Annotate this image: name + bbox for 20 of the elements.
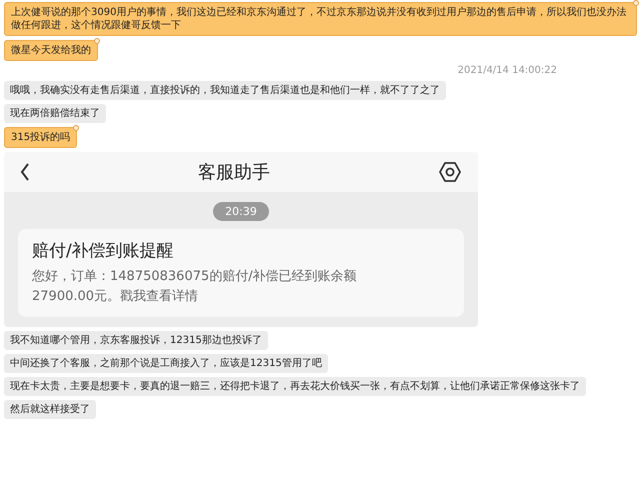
received-message: 我不知道哪个管用，京东客服投诉，12315那边也投诉了 bbox=[4, 331, 268, 350]
corner-dot-icon bbox=[94, 38, 100, 44]
app-title: 客服助手 bbox=[198, 161, 270, 184]
settings-icon bbox=[438, 161, 462, 183]
received-message: 现在两倍赔偿结束了 bbox=[4, 104, 106, 123]
corner-dot-icon bbox=[73, 125, 80, 131]
received-message: 哦哦，我确实没有走售后渠道，直接投诉的，我知道走了售后渠道也是和他们一样，就不了了之了 bbox=[4, 81, 446, 100]
card-body: 您好，订单：148750836075的赔付/补偿已经到账余额27900.00元。戳我查看详情 bbox=[32, 268, 358, 306]
notification-card[interactable]: 赔付/补偿到账提醒 您好，订单：148750836075的赔付/补偿已经到账余额27900.00元。戳我查看详情 bbox=[18, 229, 464, 317]
received-message: 现在卡太贵，主要是想要卡，要真的退一赔三，还得把卡退了，再去花大价钱买一张，有点不划算，让他们承诺正常保修这张卡了 bbox=[4, 377, 586, 396]
card-title: 赔付/补偿到账提醒 bbox=[32, 240, 175, 262]
sent-message: 上次健哥说的那个3090用户的事情，我们这边已经和京东沟通过了，不过京东那边说并没有收到过用户那边的售后申请，所以我们也没办法做任何跟进，这个情况跟健哥反馈一下 bbox=[4, 2, 637, 36]
received-message: 中间还换了个客服，之前那个说是工商接入了，应该是12315管用了吧 bbox=[4, 354, 328, 373]
time-pill: 20:39 bbox=[213, 202, 269, 221]
received-message: 然后就这样接受了 bbox=[4, 400, 96, 419]
corner-dot-icon bbox=[633, 0, 639, 6]
sent-message: 微星今天发给我的 bbox=[4, 40, 98, 61]
sent-message: 315投诉的吗 bbox=[4, 127, 78, 148]
back-icon bbox=[20, 162, 30, 182]
timestamp: 2021/4/14 14:00:22 bbox=[456, 65, 558, 77]
